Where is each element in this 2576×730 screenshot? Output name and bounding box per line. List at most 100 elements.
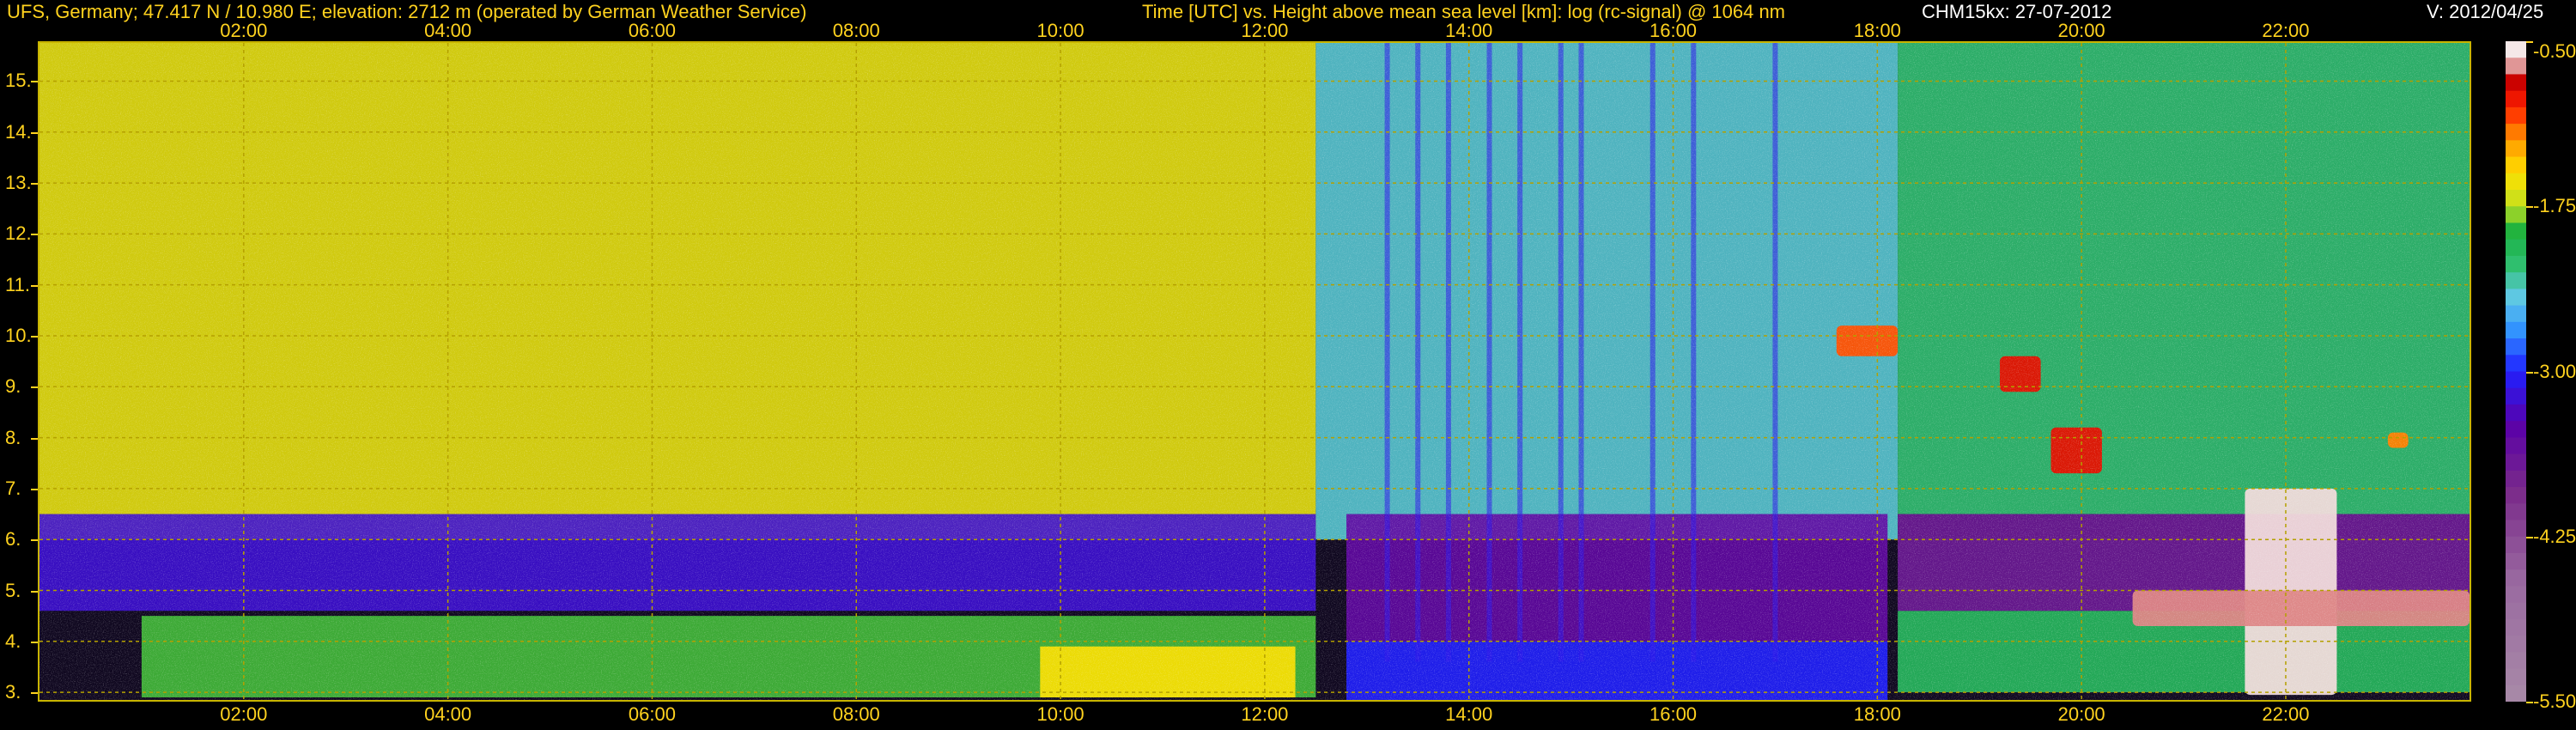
x-tick-label-top: 04:00 [424, 20, 472, 41]
colorbar-segment [2506, 58, 2526, 75]
y-tick-mark [31, 539, 38, 542]
y-tick-label: 13. [5, 172, 32, 194]
y-tick-label: 8. [5, 426, 21, 448]
colorbar [2506, 41, 2526, 702]
colorbar-segment [2506, 387, 2526, 405]
colorbar-segment [2506, 652, 2526, 670]
x-tick-label-top: 18:00 [1853, 20, 1901, 41]
y-tick-label: 9. [5, 375, 21, 398]
colorbar-tick-label: -4.25 [2533, 525, 2576, 547]
colorbar-segment [2506, 239, 2526, 257]
colorbar-tick-mark [2526, 41, 2533, 43]
station-info: UFS, Germany; 47.417 N / 10.980 E; eleva… [7, 1, 807, 22]
colorbar-segment [2506, 321, 2526, 339]
colorbar-segment [2506, 487, 2526, 504]
y-tick-mark [31, 692, 38, 695]
colorbar-segment [2506, 569, 2526, 587]
y-tick-label: 6. [5, 528, 21, 551]
colorbar-segment [2506, 338, 2526, 356]
y-tick-mark [31, 488, 38, 490]
x-tick-label-bottom: 20:00 [2057, 703, 2105, 725]
x-tick-label-top: 14:00 [1445, 20, 1493, 41]
heatmap-svg [39, 43, 2470, 700]
colorbar-segment [2506, 636, 2526, 653]
y-tick-mark [31, 590, 38, 593]
colorbar-segment [2506, 156, 2526, 174]
colorbar-segment [2506, 272, 2526, 289]
y-tick-label: 4. [5, 630, 21, 652]
x-tick-label-top: 10:00 [1036, 20, 1084, 41]
colorbar-tick-label: -5.50 [2533, 690, 2576, 712]
colorbar-segment [2506, 355, 2526, 372]
x-tick-label-top: 16:00 [1649, 20, 1698, 41]
colorbar-segment [2506, 41, 2526, 58]
y-tick-label: 15. [5, 70, 32, 92]
colorbar-segment [2506, 520, 2526, 538]
colorbar-segment [2506, 421, 2526, 438]
colorbar-tick-mark [2526, 206, 2533, 209]
x-tick-label-bottom: 12:00 [1241, 703, 1289, 725]
colorbar-tick-label: -0.50 [2533, 40, 2576, 62]
x-tick-label-top: 20:00 [2057, 20, 2105, 41]
colorbar-tick-label: -3.00 [2533, 360, 2576, 382]
colorbar-segment [2506, 173, 2526, 191]
x-tick-label-top: 06:00 [628, 20, 676, 41]
colorbar-segment [2506, 106, 2526, 125]
x-tick-label-bottom: 04:00 [424, 703, 472, 725]
y-tick-mark [31, 335, 38, 338]
colorbar-segment [2506, 684, 2526, 702]
colorbar-segment [2506, 74, 2526, 92]
x-tick-label-top: 08:00 [832, 20, 880, 41]
signal-noise [39, 43, 2470, 700]
y-tick-label: 3. [5, 681, 21, 703]
colorbar-segment [2506, 602, 2526, 620]
colorbar-tick-mark [2526, 702, 2533, 703]
y-tick-label: 12. [5, 222, 32, 245]
x-tick-label-bottom: 10:00 [1036, 703, 1084, 725]
colorbar-segment [2506, 437, 2526, 455]
colorbar-segment [2506, 222, 2526, 240]
y-tick-mark [31, 386, 38, 389]
y-tick-label: 7. [5, 477, 21, 499]
colorbar-segment [2506, 255, 2526, 273]
y-tick-mark [31, 284, 38, 287]
colorbar-segment [2506, 668, 2526, 686]
colorbar-segment [2506, 404, 2526, 422]
colorbar-segment [2506, 586, 2526, 604]
y-tick-label: 10. [5, 324, 32, 346]
x-tick-label-top: 22:00 [2262, 20, 2310, 41]
colorbar-tick-label: -1.75 [2533, 195, 2576, 217]
y-tick-mark [31, 641, 38, 643]
colorbar-segment [2506, 618, 2526, 636]
colorbar-segment [2506, 503, 2526, 521]
x-tick-label-bottom: 22:00 [2262, 703, 2310, 725]
version-label: V: 2012/04/25 [2427, 1, 2544, 22]
y-tick-mark [31, 234, 38, 236]
colorbar-segment [2506, 206, 2526, 223]
colorbar-tick-mark [2526, 536, 2533, 538]
y-tick-mark [31, 131, 38, 134]
x-tick-label-bottom: 18:00 [1853, 703, 1901, 725]
colorbar-segment [2506, 305, 2526, 323]
x-tick-label-top: 12:00 [1241, 20, 1289, 41]
x-tick-label-bottom: 16:00 [1649, 703, 1698, 725]
x-tick-label-top: 02:00 [220, 20, 268, 41]
x-tick-label-bottom: 06:00 [628, 703, 676, 725]
colorbar-segment [2506, 536, 2526, 554]
lidar-backscatter-plot [38, 41, 2471, 702]
y-tick-mark [31, 81, 38, 83]
colorbar-segment [2506, 552, 2526, 570]
colorbar-segment [2506, 90, 2526, 108]
y-tick-mark [31, 183, 38, 186]
colorbar-segment [2506, 453, 2526, 471]
x-tick-label-bottom: 14:00 [1445, 703, 1493, 725]
y-tick-label: 5. [5, 579, 21, 601]
y-tick-label: 14. [5, 120, 32, 143]
colorbar-segment [2506, 371, 2526, 389]
colorbar-segment [2506, 124, 2526, 141]
x-tick-label-bottom: 02:00 [220, 703, 268, 725]
colorbar-segment [2506, 190, 2526, 207]
y-tick-mark [31, 437, 38, 440]
x-tick-label-bottom: 08:00 [832, 703, 880, 725]
colorbar-tick-mark [2526, 371, 2533, 374]
